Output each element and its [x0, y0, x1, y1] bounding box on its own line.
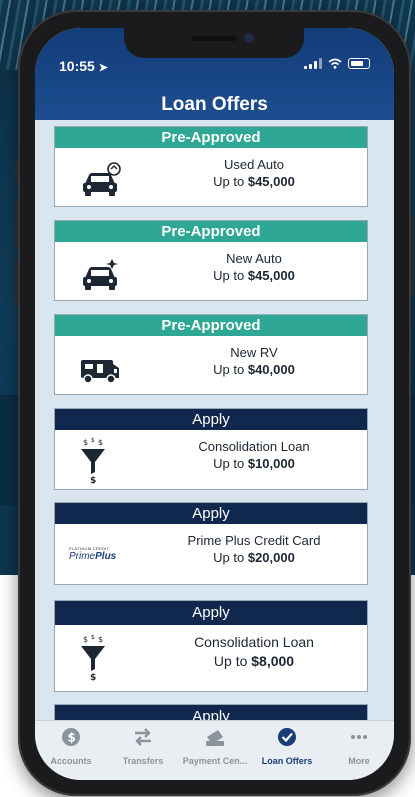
- offer-card-used-auto[interactable]: Pre-Approved Used Auto Up to $45,000: [54, 126, 368, 207]
- payment-icon: [206, 730, 224, 746]
- wifi-icon: [328, 58, 342, 69]
- mute-switch: [15, 160, 18, 182]
- offer-name: Consolidation Loan: [194, 634, 314, 650]
- svg-text:$: $: [98, 438, 103, 447]
- offer-card-prime-plus[interactable]: Apply PLATINUM CREDIT PrimePlus Prime Pl…: [54, 502, 368, 585]
- svg-text:$: $: [98, 635, 103, 644]
- dollar-coin-icon: $: [62, 728, 80, 746]
- speaker: [192, 36, 236, 41]
- offer-amount: Up to $45,000: [213, 174, 295, 189]
- used-car-icon: [83, 162, 121, 196]
- rv-icon: [81, 360, 119, 384]
- svg-text:$: $: [91, 437, 95, 444]
- tab-accounts[interactable]: $ Accounts: [35, 727, 107, 766]
- location-arrow-icon: ➤: [98, 62, 108, 74]
- offer-amount: Up to $40,000: [213, 362, 295, 377]
- new-car-icon: [83, 259, 118, 290]
- offer-badge: Pre-Approved: [55, 315, 367, 336]
- signal-icon: [304, 58, 322, 69]
- svg-text:$: $: [83, 635, 88, 644]
- transfer-arrows-icon: [135, 728, 151, 746]
- prime-plus-logo: PLATINUM CREDIT PrimePlus: [69, 546, 117, 562]
- tab-transfers[interactable]: Transfers: [107, 727, 179, 766]
- offer-badge: Apply: [55, 503, 367, 524]
- tab-payment-center[interactable]: Payment Cen...: [179, 727, 251, 766]
- offer-badge: Apply: [55, 705, 367, 720]
- offer-card-new-auto[interactable]: Pre-Approved New Auto Up to $45,000: [54, 220, 368, 301]
- offer-name: New RV: [230, 345, 278, 360]
- offer-badge: Apply: [55, 409, 367, 430]
- check-badge-icon: [278, 728, 296, 746]
- offer-badge: Apply: [55, 601, 367, 625]
- offer-name: Used Auto: [224, 157, 284, 172]
- battery-icon: [348, 58, 370, 69]
- funnel-money-icon: $ $ $ $: [81, 437, 105, 484]
- tab-bar: $ Accounts Transfers Payment Cen... Loan…: [35, 720, 394, 780]
- volume-up-button: [15, 200, 18, 248]
- more-dots-icon: [351, 735, 367, 739]
- offer-card-new-rv[interactable]: Pre-Approved New RV Up to $40,000: [54, 314, 368, 395]
- status-icons: [304, 58, 370, 69]
- offers-list[interactable]: Pre-Approved Used Auto Up to $45,000 Pre…: [35, 120, 394, 720]
- notch: [124, 28, 304, 58]
- power-button: [411, 215, 414, 295]
- offer-name: Consolidation Loan: [198, 439, 310, 454]
- offer-badge: Pre-Approved: [55, 221, 367, 242]
- funnel-money-icon: $ $ $ $: [81, 634, 105, 683]
- offer-card-consolidation-loan[interactable]: Apply $ $ $ $ Consolidation Loan Up to $…: [54, 408, 368, 490]
- offer-amount: Up to $10,000: [213, 456, 295, 471]
- offer-amount: Up to $20,000: [213, 550, 295, 565]
- tab-loan-offers[interactable]: Loan Offers: [251, 727, 323, 766]
- offer-amount: Up to $45,000: [213, 268, 295, 283]
- svg-text:$: $: [68, 731, 76, 745]
- svg-text:$: $: [90, 673, 96, 683]
- page-title: Loan Offers: [161, 94, 268, 115]
- front-camera: [244, 33, 254, 43]
- offer-card-consolidation-loan-2[interactable]: Apply $ $ $ $ Consolidation Loan Up to $…: [54, 600, 368, 692]
- offer-amount: Up to $8,000: [213, 653, 295, 669]
- svg-text:$: $: [91, 634, 95, 641]
- svg-text:$: $: [90, 476, 96, 484]
- status-time: 10:55 ➤: [59, 58, 108, 74]
- tab-more[interactable]: More: [323, 727, 394, 766]
- offer-card-partial[interactable]: Apply: [54, 704, 368, 720]
- svg-text:$: $: [83, 438, 88, 447]
- offer-badge: Pre-Approved: [55, 127, 367, 148]
- volume-down-button: [15, 260, 18, 308]
- offer-name: Prime Plus Credit Card: [187, 533, 321, 548]
- phone-screen: 10:55 ➤ Loan Offers Pre-Approved Used Au…: [35, 28, 394, 780]
- offer-name: New Auto: [226, 251, 282, 266]
